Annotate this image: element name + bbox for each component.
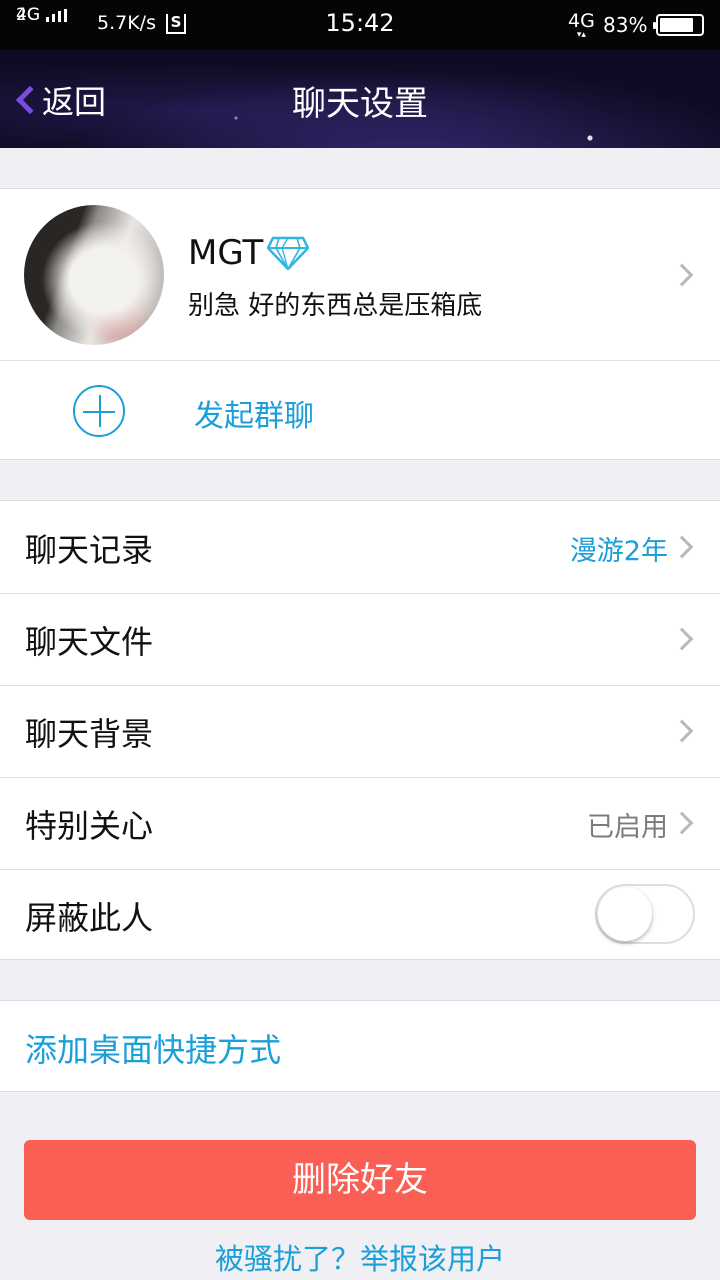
nav-bar: 返回 聊天设置 <box>0 50 720 148</box>
chat-files-label: 聊天文件 <box>25 623 154 661</box>
chat-history-label: 聊天记录 <box>25 531 154 569</box>
avatar[interactable] <box>24 205 164 345</box>
special-care-value: 已启用 <box>587 812 668 843</box>
toggle-knob <box>598 887 652 941</box>
battery-icon <box>653 14 704 36</box>
chevron-right-icon <box>670 719 694 743</box>
chevron-right-icon <box>670 811 694 835</box>
chat-history-value: 漫游2年 <box>569 536 668 567</box>
add-shortcut-label: 添加桌面快捷方式 <box>25 1031 282 1069</box>
add-shortcut-row[interactable]: 添加桌面快捷方式 <box>0 1000 720 1092</box>
settings-list: 聊天记录 漫游2年 聊天文件 聊天背景 特别关心 已启用 屏蔽此人 <box>0 500 720 960</box>
profile-section: MGT 别急 好的东西总是压箱底 发起群聊 <box>0 188 720 460</box>
chat-background-label: 聊天背景 <box>25 715 154 753</box>
battery-percent: 83% <box>603 13 648 37</box>
chat-background-row[interactable]: 聊天背景 <box>0 685 720 777</box>
start-group-chat-label: 发起群聊 <box>194 399 314 434</box>
diamond-icon <box>267 236 310 270</box>
delete-friend-button[interactable]: 删除好友 <box>24 1140 696 1220</box>
block-user-label: 屏蔽此人 <box>25 899 154 937</box>
profile-name-row: MGT <box>188 233 310 273</box>
status-bar: 4G 2G 5.7K/s S 15:42 4G ▾▴ 83% <box>0 0 720 50</box>
chat-history-row[interactable]: 聊天记录 漫游2年 <box>0 501 720 593</box>
chevron-right-icon <box>670 263 694 287</box>
chevron-right-icon <box>670 627 694 651</box>
block-user-row: 屏蔽此人 <box>0 869 720 961</box>
profile-signature: 别急 好的东西总是压箱底 <box>188 291 483 321</box>
report-user-link[interactable]: 被骚扰了？举报该用户 <box>0 1236 720 1278</box>
block-user-toggle[interactable] <box>595 884 695 944</box>
cellular-data-icon: 4G ▾▴ <box>568 10 595 40</box>
chevron-right-icon <box>670 535 694 559</box>
start-group-chat-button[interactable]: 发起群聊 <box>0 361 720 459</box>
profile-card[interactable]: MGT 别急 好的东西总是压箱底 <box>0 189 720 360</box>
chat-files-row[interactable]: 聊天文件 <box>0 593 720 685</box>
page-title: 聊天设置 <box>292 84 428 124</box>
profile-name: MGT <box>188 233 264 273</box>
special-care-row[interactable]: 特别关心 已启用 <box>0 777 720 869</box>
special-care-label: 特别关心 <box>25 807 154 845</box>
cellular-label: 4G <box>568 10 595 32</box>
plus-circle-icon <box>73 385 125 437</box>
